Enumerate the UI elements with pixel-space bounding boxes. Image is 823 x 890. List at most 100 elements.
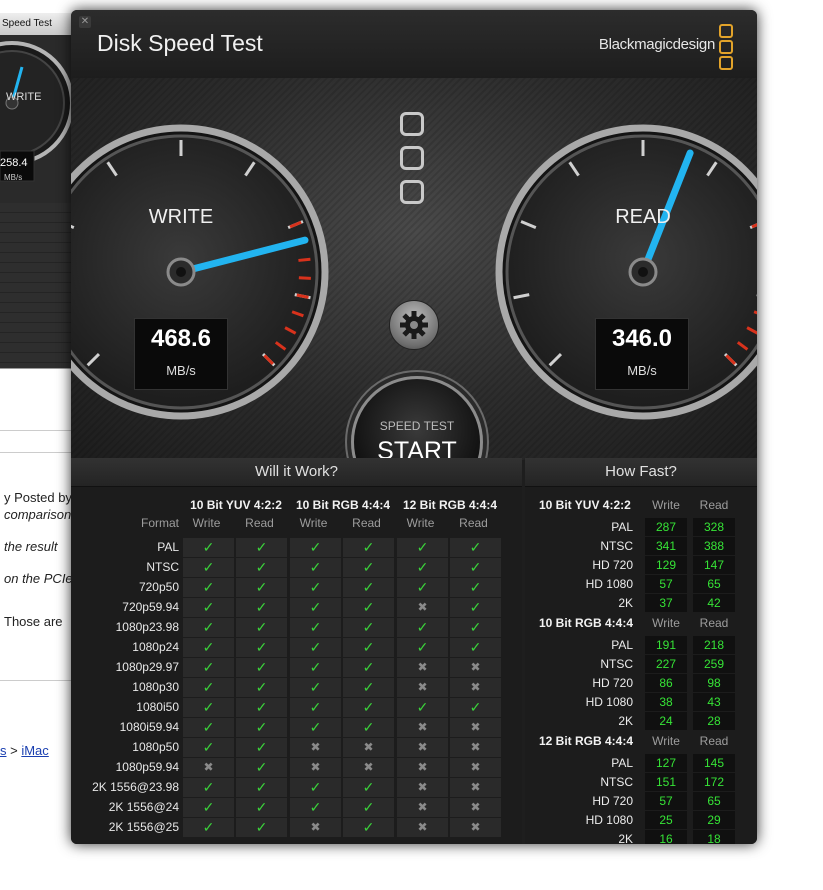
checkmark-icon: ✓ bbox=[236, 698, 287, 717]
format-label: 1080p24 bbox=[132, 640, 179, 654]
table-row: 1080p23.98 ✓ ✓ ✓ ✓ ✓ ✓ bbox=[79, 618, 507, 637]
cross-icon: ✖ bbox=[450, 798, 501, 817]
mini-gauge-unit: MB/s bbox=[4, 173, 23, 182]
read-speed-value: 147 bbox=[693, 556, 735, 574]
checkmark-icon: ✓ bbox=[343, 618, 394, 637]
read-speed-value: 98 bbox=[693, 674, 735, 692]
checkmark-icon: ✓ bbox=[236, 798, 287, 817]
read-speed-value: 145 bbox=[693, 754, 735, 772]
write-speed-value: 86 bbox=[645, 674, 687, 692]
cross-icon: ✖ bbox=[450, 818, 501, 837]
checkmark-icon: ✓ bbox=[236, 738, 287, 757]
checkmark-icon: ✓ bbox=[343, 638, 394, 657]
table-row: 1080p30 ✓ ✓ ✓ ✓ ✖ ✖ bbox=[79, 678, 507, 697]
table-row: 2K 16 18 bbox=[525, 830, 757, 844]
write-speed-value: 25 bbox=[645, 811, 687, 829]
checkmark-icon: ✓ bbox=[450, 538, 501, 557]
checkmark-icon: ✓ bbox=[450, 598, 501, 617]
cross-icon: ✖ bbox=[397, 718, 448, 737]
bg-text-line: Those are bbox=[4, 614, 63, 629]
checkmark-icon: ✓ bbox=[397, 558, 448, 577]
breadcrumb: s > iMac bbox=[0, 743, 49, 758]
group-header: 12 Bit RGB 4:4:4 bbox=[402, 498, 498, 512]
breadcrumb-link-imac[interactable]: iMac bbox=[21, 743, 48, 758]
checkmark-icon: ✓ bbox=[183, 618, 234, 637]
checkmark-icon: ✓ bbox=[397, 638, 448, 657]
checkmark-icon: ✓ bbox=[450, 578, 501, 597]
cross-icon: ✖ bbox=[343, 758, 394, 777]
how-fast-group-title: 10 Bit YUV 4:2:2 bbox=[539, 498, 631, 512]
table-row: 2K 1556@24 ✓ ✓ ✓ ✓ ✖ ✖ bbox=[79, 798, 507, 817]
format-label: 1080i50 bbox=[136, 700, 179, 714]
checkmark-icon: ✓ bbox=[290, 718, 341, 737]
divider bbox=[0, 680, 72, 681]
format-label: 2K 1556@25 bbox=[108, 820, 179, 834]
checkmark-icon: ✓ bbox=[183, 798, 234, 817]
checkmark-icon: ✓ bbox=[236, 758, 287, 777]
checkmark-icon: ✓ bbox=[450, 618, 501, 637]
cross-icon: ✖ bbox=[397, 798, 448, 817]
cross-icon: ✖ bbox=[450, 778, 501, 797]
format-label: 720p50 bbox=[138, 580, 179, 594]
table-row: 1080i59.94 ✓ ✓ ✓ ✓ ✖ ✖ bbox=[79, 718, 507, 737]
cross-icon: ✖ bbox=[450, 758, 501, 777]
cross-icon: ✖ bbox=[290, 818, 341, 837]
how-fast-group-title: 10 Bit RGB 4:4:4 bbox=[539, 616, 634, 630]
format-label: 1080p30 bbox=[132, 680, 179, 694]
blackmagic-logo-icon bbox=[719, 24, 733, 72]
disk-speed-test-window: ✕ Disk Speed Test Blackmagicdesign WRITE… bbox=[71, 10, 757, 844]
checkmark-icon: ✓ bbox=[397, 698, 448, 717]
read-value: 346.0 bbox=[611, 325, 673, 352]
table-row: 2K 37 42 bbox=[525, 594, 757, 613]
checkmark-icon: ✓ bbox=[183, 658, 234, 677]
breadcrumb-link-prev[interactable]: s bbox=[0, 743, 7, 758]
read-speed-value: 388 bbox=[693, 537, 735, 555]
format-label: NTSC bbox=[600, 657, 633, 671]
format-column-header: Format bbox=[140, 516, 179, 530]
format-label: PAL bbox=[611, 756, 633, 770]
checkmark-icon: ✓ bbox=[343, 558, 394, 577]
format-label: 2K bbox=[618, 714, 633, 728]
table-row: HD 720 86 98 bbox=[525, 674, 757, 693]
format-label: PAL bbox=[157, 540, 179, 554]
table-row: HD 1080 25 29 bbox=[525, 811, 757, 830]
table-row: PAL 287 328 bbox=[525, 518, 757, 537]
write-speed-value: 57 bbox=[645, 575, 687, 593]
write-speed-value: 191 bbox=[645, 636, 687, 654]
settings-gear-button[interactable] bbox=[389, 300, 439, 350]
cross-icon: ✖ bbox=[397, 678, 448, 697]
read-readout: 346.0 MB/s bbox=[595, 318, 689, 390]
mini-table bbox=[0, 203, 72, 368]
background-speed-test-window[interactable]: Speed Test WRITE 258.4 MB/s bbox=[0, 13, 72, 369]
write-speed-value: 24 bbox=[645, 712, 687, 730]
cross-icon: ✖ bbox=[183, 758, 234, 777]
write-speed-value: 129 bbox=[645, 556, 687, 574]
gauge-panel: WRITE 468.6 MB/s READ 346.0 MB/s SPEED T… bbox=[71, 78, 757, 508]
close-button[interactable]: ✕ bbox=[79, 16, 91, 28]
cross-icon: ✖ bbox=[397, 758, 448, 777]
format-label: HD 1080 bbox=[585, 813, 633, 827]
checkmark-icon: ✓ bbox=[183, 818, 234, 837]
checkmark-icon: ✓ bbox=[183, 538, 234, 557]
checkmark-icon: ✓ bbox=[290, 598, 341, 617]
divider bbox=[0, 430, 72, 431]
cross-icon: ✖ bbox=[290, 758, 341, 777]
table-row: 720p59.94 ✓ ✓ ✓ ✓ ✖ ✓ bbox=[79, 598, 507, 617]
title-bar: ✕ Disk Speed Test Blackmagicdesign bbox=[71, 10, 757, 78]
mini-gauge bbox=[0, 41, 72, 182]
checkmark-icon: ✓ bbox=[183, 638, 234, 657]
read-speed-value: 218 bbox=[693, 636, 735, 654]
checkmark-icon: ✓ bbox=[397, 578, 448, 597]
how-fast-group-title: 12 Bit RGB 4:4:4 bbox=[539, 734, 634, 748]
column-subheader-read: Read bbox=[459, 516, 488, 530]
format-label: 1080p50 bbox=[132, 740, 179, 754]
checkmark-icon: ✓ bbox=[343, 538, 394, 557]
column-subheader-write: Write bbox=[652, 734, 680, 748]
table-row: 1080i50 ✓ ✓ ✓ ✓ ✓ ✓ bbox=[79, 698, 507, 717]
table-row: HD 1080 38 43 bbox=[525, 693, 757, 712]
read-speed-value: 172 bbox=[693, 773, 735, 791]
cross-icon: ✖ bbox=[397, 818, 448, 837]
format-label: 1080p23.98 bbox=[115, 620, 179, 634]
write-speed-value: 227 bbox=[645, 655, 687, 673]
checkmark-icon: ✓ bbox=[183, 598, 234, 617]
